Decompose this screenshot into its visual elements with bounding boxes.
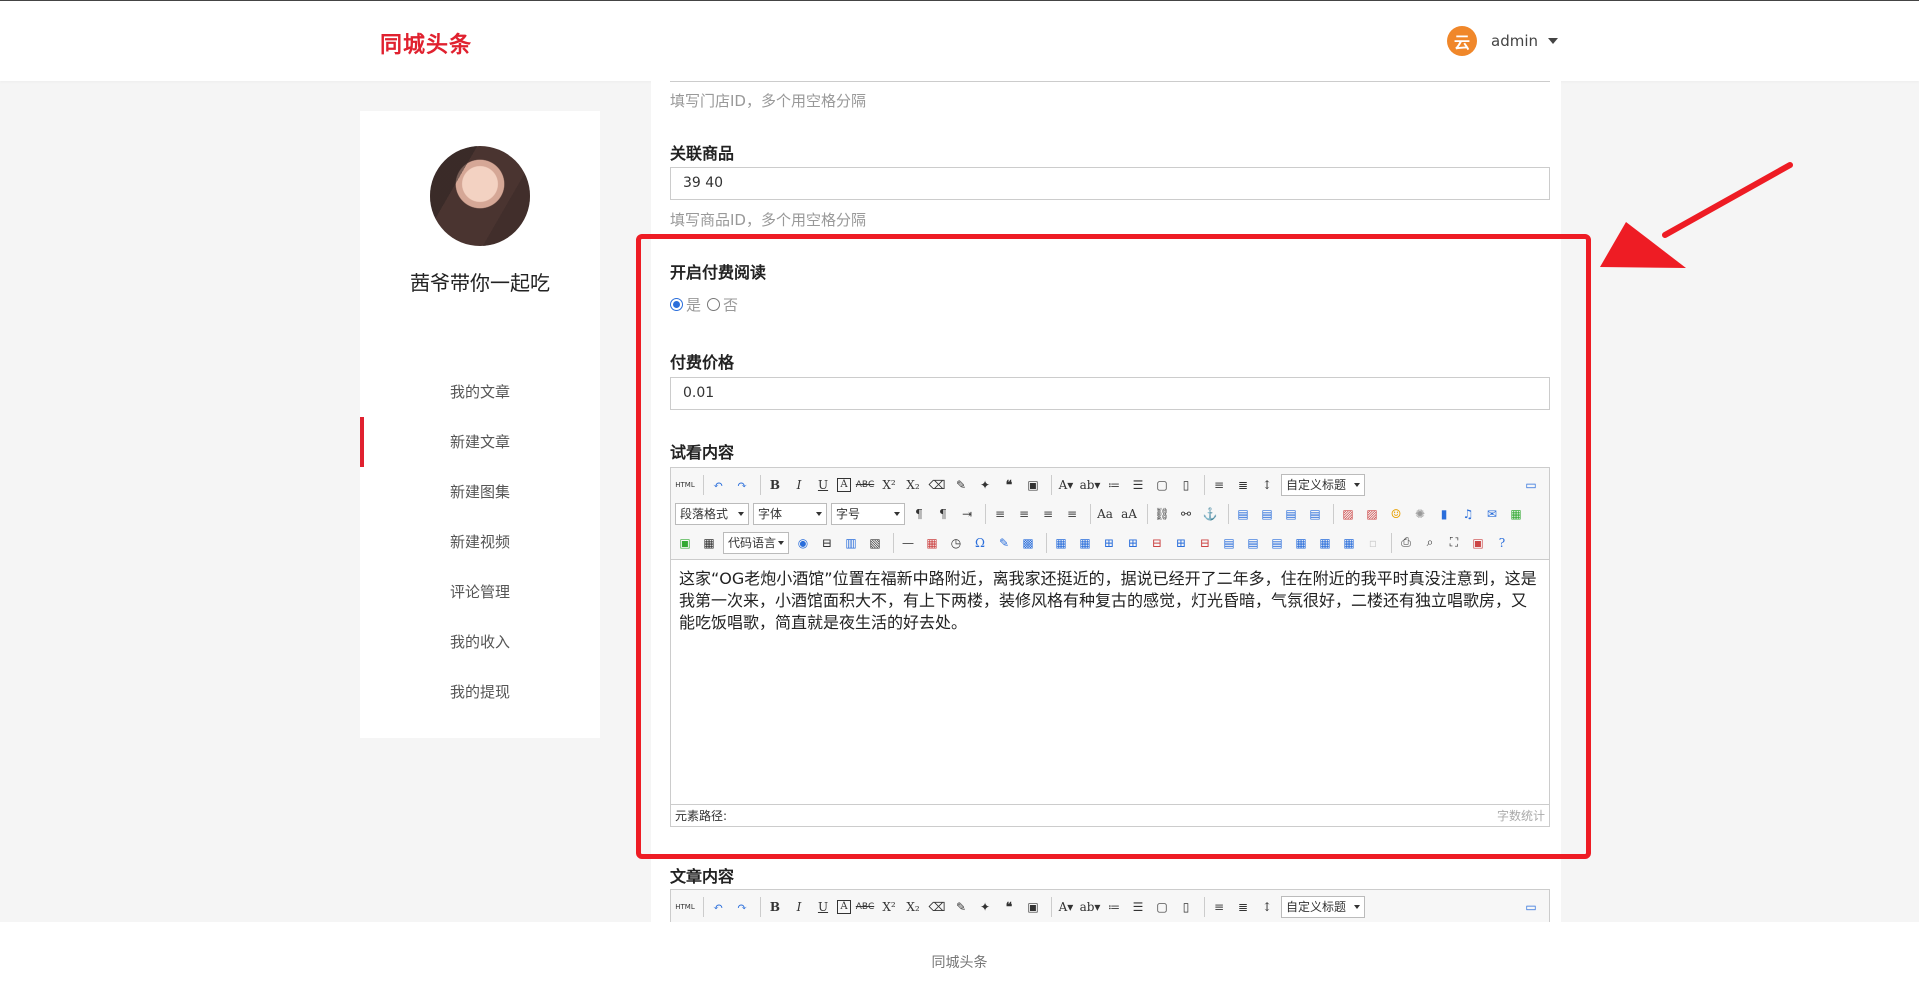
unordered-list-icon[interactable]: ☰ (1128, 897, 1148, 917)
user-avatar-icon[interactable]: 云 (1447, 26, 1477, 56)
bold-icon[interactable]: B (765, 897, 785, 917)
content-editor-toolbar: HTML ↶ ↷ B I U A ABC X² X₂ ⌫ ✎ ✦ ❝ ▣ A▾ … (671, 890, 1549, 922)
underline-icon[interactable]: U (813, 897, 833, 917)
top-header: 同城头条 云 admin (0, 0, 1919, 81)
store-input-bottom-edge[interactable] (670, 81, 1550, 82)
redo-icon[interactable]: ↷ (732, 897, 752, 917)
font-border-icon[interactable]: A (837, 899, 851, 914)
blockquote-icon[interactable]: ❝ (999, 897, 1019, 917)
sidebar-menu: 我的文章 新建文章 新建图集 新建视频 评论管理 我的收入 我的提现 (360, 367, 600, 717)
goods-input[interactable]: 39 40 (670, 167, 1550, 200)
page-footer: 同城头条 (0, 922, 1919, 1001)
superscript-icon[interactable]: X² (879, 897, 899, 917)
row-spacing-bottom-icon[interactable]: ≣ (1233, 897, 1253, 917)
select-all-icon[interactable]: ▢ (1152, 897, 1172, 917)
profile-avatar (430, 146, 530, 246)
chevron-down-icon[interactable] (1548, 38, 1558, 44)
footer-text: 同城头条 (931, 955, 988, 971)
sidebar-item-comments[interactable]: 评论管理 (360, 567, 600, 617)
clear-doc-icon[interactable]: ▯ (1176, 897, 1196, 917)
article-content-label: 文章内容 (670, 867, 735, 886)
ordered-list-icon[interactable]: ≔ (1104, 897, 1124, 917)
eraser-icon[interactable]: ⌫ (927, 897, 947, 917)
sidebar: 茜爷带你一起吃 我的文章 新建文章 新建图集 新建视频 评论管理 我的收入 我的… (360, 111, 600, 738)
font-color-icon[interactable]: A▾ (1056, 897, 1076, 917)
italic-icon[interactable]: I (789, 897, 809, 917)
undo-icon[interactable]: ↶ (708, 897, 728, 917)
goods-hint: 填写商品ID，多个用空格分隔 (670, 211, 866, 229)
goods-label: 关联商品 (670, 144, 735, 163)
html-source-icon[interactable]: HTML (675, 897, 695, 917)
sidebar-item-income[interactable]: 我的收入 (360, 617, 600, 667)
sidebar-item-new-gallery[interactable]: 新建图集 (360, 467, 600, 517)
row-spacing-top-icon[interactable]: ≡ (1209, 897, 1229, 917)
site-logo[interactable]: 同城头条 (380, 27, 472, 59)
auto-format-icon[interactable]: ✦ (975, 897, 995, 917)
paste-text-icon[interactable]: ▣ (1023, 897, 1043, 917)
format-brush-icon[interactable]: ✎ (951, 897, 971, 917)
background-color-icon[interactable]: ab▾ (1080, 897, 1101, 917)
fullscreen-icon[interactable]: ▭ (1521, 897, 1541, 917)
subscript-icon[interactable]: X₂ (903, 897, 923, 917)
profile-name: 茜爷带你一起吃 (410, 271, 550, 295)
strikethrough-icon[interactable]: ABC (855, 897, 875, 917)
sidebar-item-withdraw[interactable]: 我的提现 (360, 667, 600, 717)
content-editor: HTML ↶ ↷ B I U A ABC X² X₂ ⌫ ✎ ✦ ❝ ▣ A▾ … (670, 889, 1550, 922)
user-menu[interactable]: 云 admin (1447, 26, 1558, 56)
user-name[interactable]: admin (1491, 32, 1538, 50)
highlight-box (636, 234, 1591, 859)
custom-title-select[interactable]: 自定义标题 (1281, 895, 1366, 918)
sidebar-item-new-article[interactable]: 新建文章 (360, 417, 600, 467)
sidebar-item-my-articles[interactable]: 我的文章 (360, 367, 600, 417)
store-hint: 填写门店ID，多个用空格分隔 (670, 92, 866, 110)
sidebar-item-new-video[interactable]: 新建视频 (360, 517, 600, 567)
line-height-icon[interactable]: ↕ (1257, 897, 1277, 917)
